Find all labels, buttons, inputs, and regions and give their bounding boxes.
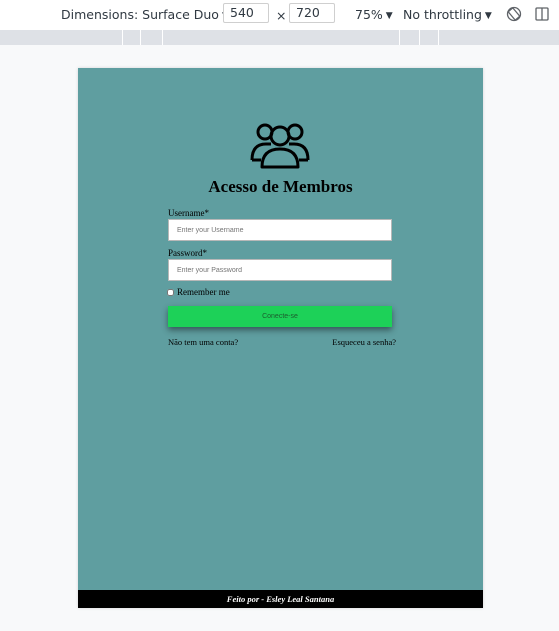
remember-checkbox[interactable] bbox=[167, 288, 174, 296]
device-select[interactable]: Dimensions: Surface Duo▼ bbox=[61, 7, 229, 22]
page-title: Acesso de Membros bbox=[208, 177, 353, 196]
device-toolbar: Dimensions: Surface Duo▼ 540 × 720 75%▼ … bbox=[0, 0, 559, 31]
ruler-tick bbox=[162, 30, 163, 45]
zoom-select[interactable]: 75% ▼ bbox=[355, 7, 393, 22]
username-label: Username* bbox=[168, 208, 209, 218]
footer: Feito por - Esley Leal Santana bbox=[78, 590, 483, 608]
width-input[interactable]: 540 bbox=[223, 3, 269, 23]
users-group-icon bbox=[250, 123, 310, 169]
media-query-ruler[interactable] bbox=[0, 30, 559, 45]
username-input[interactable] bbox=[168, 219, 392, 241]
dimension-separator: × bbox=[276, 8, 287, 23]
rotate-icon[interactable] bbox=[505, 5, 523, 23]
device-viewport: Acesso de Membros Username* Password* Re… bbox=[78, 68, 483, 608]
ruler-tick bbox=[399, 30, 400, 45]
ruler-tick bbox=[438, 30, 439, 45]
login-button[interactable]: Conecte-se bbox=[168, 306, 392, 327]
forgot-password-link[interactable]: Esqueceu a senha? bbox=[332, 337, 396, 347]
password-label: Password* bbox=[168, 248, 208, 258]
zoom-label: 75% bbox=[355, 7, 383, 22]
chevron-down-icon: ▼ bbox=[385, 11, 393, 21]
password-input[interactable] bbox=[168, 259, 392, 281]
dock-icon[interactable] bbox=[533, 5, 551, 23]
footer-credit: Feito por - Esley Leal Santana bbox=[226, 594, 335, 604]
signup-link[interactable]: Não tem uma conta? bbox=[168, 337, 238, 347]
chevron-down-icon: ▼ bbox=[484, 11, 492, 21]
ruler-tick bbox=[419, 30, 420, 45]
ruler-tick bbox=[122, 30, 123, 45]
device-label: Dimensions: Surface Duo bbox=[61, 7, 219, 22]
remember-me[interactable]: Remember me bbox=[167, 287, 230, 297]
ruler-tick bbox=[140, 30, 141, 45]
remember-label: Remember me bbox=[177, 287, 230, 297]
throttling-label: No throttling bbox=[403, 7, 482, 22]
height-input[interactable]: 720 bbox=[289, 3, 335, 23]
throttling-select[interactable]: No throttling ▼ bbox=[403, 7, 492, 22]
